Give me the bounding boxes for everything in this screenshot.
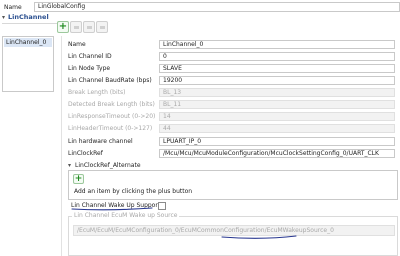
annotation-underlines [71,207,297,239]
annotation-underline-wakeup-source [221,235,297,239]
annotation-underline-wakeup-support [71,207,153,211]
